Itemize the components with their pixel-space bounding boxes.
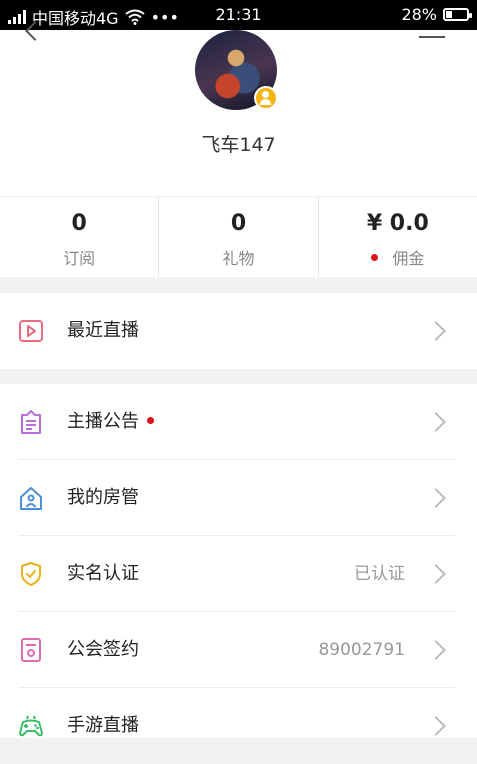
stat-label-wrap: 佣金 (319, 245, 477, 269)
menu-item-label-wrap: 主播公告 (67, 409, 154, 435)
menu-group-recent: 最近直播 (0, 293, 477, 369)
menu-icon[interactable] (419, 30, 445, 38)
menu-item-label: 实名认证 (67, 563, 139, 584)
menu-item-realname[interactable]: 实名认证 已认证 (0, 536, 477, 612)
menu-item-label: 手游直播 (67, 715, 139, 736)
chevron-right-icon (426, 488, 446, 508)
stat-commission[interactable]: ¥ 0.0 佣金 (317, 197, 477, 277)
stat-label: 礼物 (222, 249, 255, 268)
notice-icon (18, 409, 44, 435)
stat-label: 订阅 (63, 249, 96, 268)
menu-item-recent-live[interactable]: 最近直播 (0, 293, 477, 369)
menu-item-announcement[interactable]: 主播公告 (0, 384, 477, 460)
shield-check-icon (18, 561, 44, 587)
contract-icon (18, 637, 44, 663)
menu-item-label: 公会签约 (67, 639, 139, 660)
menu-group-main: 主播公告 我的房管 实名认证 已认证 公会签约 89002791 手游直播 (0, 384, 477, 738)
stat-value: 0 (71, 211, 87, 236)
notification-dot (371, 254, 379, 261)
chevron-right-icon (426, 564, 446, 584)
menu-item-label: 我的房管 (67, 487, 139, 508)
notification-dot (147, 416, 154, 424)
house-user-icon (18, 485, 44, 511)
chevron-right-icon (426, 640, 446, 660)
battery-icon (443, 8, 472, 21)
verified-status: 已认证 (354, 564, 405, 584)
menu-item-label: 最近直播 (67, 320, 139, 341)
guild-id: 89002791 (318, 640, 405, 660)
play-icon (18, 318, 44, 344)
stat-value: 0 (230, 211, 247, 236)
stat-gifts[interactable]: 0 礼物 (158, 197, 317, 277)
menu-item-label: 主播公告 (67, 411, 139, 432)
battery-percent: 28% (401, 5, 437, 24)
chevron-right-icon (426, 321, 446, 341)
status-bar: 中国移动4G ••• 21:31 28% (0, 0, 477, 30)
menu-item-guild[interactable]: 公会签约 89002791 (0, 612, 477, 688)
stat-value: ¥ 0.0 (366, 211, 429, 236)
profile-header: 飞车147 (0, 21, 477, 196)
username: 飞车147 (201, 134, 276, 156)
menu-item-mobile-game[interactable]: 手游直播 (0, 688, 477, 764)
stats-bar: 0 订阅 0 礼物 ¥ 0.0 佣金 (0, 197, 477, 277)
chevron-right-icon (426, 412, 446, 432)
chevron-right-icon (426, 716, 446, 736)
stat-subscriptions[interactable]: 0 订阅 (0, 197, 158, 277)
menu-item-room-admin[interactable]: 我的房管 (0, 460, 477, 536)
verified-user-icon (254, 86, 278, 110)
gamepad-icon (18, 713, 44, 739)
stat-label: 佣金 (392, 249, 425, 268)
